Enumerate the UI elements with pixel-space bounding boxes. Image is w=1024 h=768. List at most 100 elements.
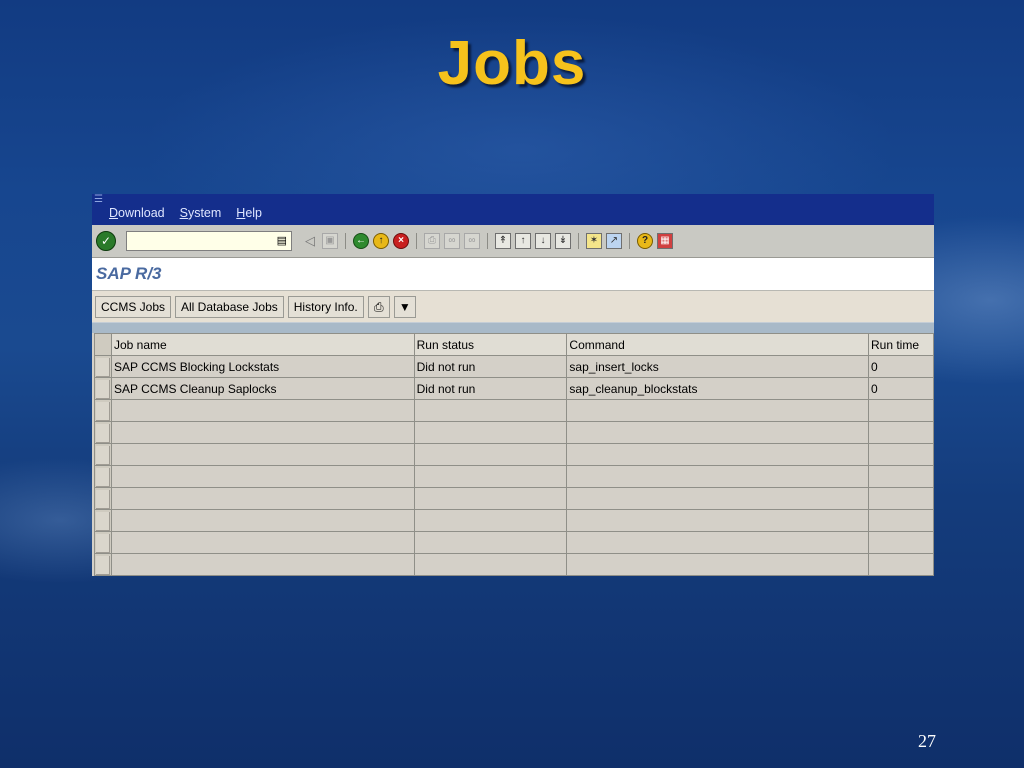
row-selector[interactable] (94, 377, 112, 400)
back-icon[interactable]: ← (353, 233, 369, 249)
back-arrow-icon[interactable]: ◁ (302, 233, 318, 249)
menu-help[interactable]: Help (236, 206, 262, 220)
previous-page-icon[interactable]: ↑ (515, 233, 531, 249)
cell-run-status[interactable] (414, 421, 568, 444)
cell-run-time[interactable] (868, 553, 934, 576)
all-database-jobs-button[interactable]: All Database Jobs (175, 295, 284, 318)
table-row[interactable] (94, 399, 934, 422)
next-page-icon[interactable]: ↓ (535, 233, 551, 249)
help-icon[interactable]: ? (637, 233, 653, 249)
cell-command[interactable] (566, 553, 869, 576)
layout-menu-icon[interactable]: ▦ (657, 233, 673, 249)
cell-command[interactable] (566, 465, 869, 488)
row-selector[interactable] (94, 399, 112, 422)
row-selector-button[interactable] (96, 401, 110, 421)
shortcut-icon[interactable]: ↗ (606, 233, 622, 249)
cell-run-status[interactable]: Did not run (414, 355, 568, 378)
table-row[interactable]: SAP CCMS Blocking Lockstats Did not run sa… (94, 355, 934, 378)
table-row[interactable] (94, 531, 934, 554)
table-row[interactable] (94, 465, 934, 488)
print-icon[interactable]: ⎙ (367, 295, 390, 318)
cell-job-name[interactable] (111, 487, 415, 510)
cell-command[interactable] (566, 509, 869, 532)
cell-run-status[interactable] (414, 487, 568, 510)
row-selector[interactable] (94, 553, 112, 576)
ccms-jobs-button[interactable]: CCMS Jobs (95, 295, 172, 318)
row-selector[interactable] (94, 487, 112, 510)
cell-run-time[interactable] (868, 443, 934, 466)
cell-job-name[interactable] (111, 421, 415, 444)
menu-system[interactable]: System (180, 206, 222, 220)
row-selector-button[interactable] (96, 533, 110, 553)
row-selector[interactable] (94, 531, 112, 554)
column-header-job-name[interactable]: Job name (111, 333, 415, 356)
table-row[interactable] (94, 553, 934, 576)
column-header-run-status[interactable]: Run status (414, 333, 568, 356)
cell-run-status[interactable] (414, 531, 568, 554)
row-selector-button[interactable] (96, 511, 110, 531)
cell-command[interactable] (566, 531, 869, 554)
save-icon[interactable]: ▣ (322, 233, 338, 249)
history-info-button[interactable]: History Info. (287, 295, 364, 318)
enter-icon[interactable]: ✓ (96, 231, 116, 251)
first-page-icon[interactable]: ↟ (495, 233, 511, 249)
create-session-icon[interactable]: ✶ (586, 233, 602, 249)
print-icon[interactable]: ⎙ (424, 233, 440, 249)
cell-run-time[interactable] (868, 465, 934, 488)
menu-download[interactable]: Download (109, 206, 165, 220)
row-selector[interactable] (94, 509, 112, 532)
cell-run-status[interactable] (414, 399, 568, 422)
table-row[interactable] (94, 509, 934, 532)
cell-command[interactable]: sap_cleanup_blockstats (566, 377, 869, 400)
command-field[interactable]: ▤ (126, 231, 292, 251)
row-selector-button[interactable] (96, 467, 110, 487)
cell-job-name[interactable] (111, 399, 415, 422)
row-selector-button[interactable] (96, 357, 110, 377)
row-selector-button[interactable] (96, 379, 110, 399)
cell-job-name[interactable] (111, 443, 415, 466)
cell-job-name[interactable] (111, 509, 415, 532)
cell-run-time[interactable] (868, 399, 934, 422)
column-header-command[interactable]: Command (566, 333, 869, 356)
row-selector[interactable] (94, 421, 112, 444)
cell-command[interactable] (566, 443, 869, 466)
command-dropdown-icon[interactable]: ▤ (277, 234, 287, 247)
cell-run-time[interactable] (868, 421, 934, 444)
cell-run-status[interactable]: Did not run (414, 377, 568, 400)
cell-run-status[interactable] (414, 509, 568, 532)
select-all-cell[interactable] (94, 333, 112, 356)
last-page-icon[interactable]: ↡ (555, 233, 571, 249)
cell-run-status[interactable] (414, 443, 568, 466)
row-selector-button[interactable] (96, 423, 110, 443)
cancel-icon[interactable]: × (393, 233, 409, 249)
cell-job-name[interactable] (111, 553, 415, 576)
cell-run-time[interactable] (868, 509, 934, 532)
row-selector-button[interactable] (96, 489, 110, 509)
cell-command[interactable] (566, 421, 869, 444)
find-icon[interactable]: ∞ (444, 233, 460, 249)
cell-run-time[interactable] (868, 531, 934, 554)
cell-job-name[interactable] (111, 465, 415, 488)
table-row[interactable] (94, 421, 934, 444)
cell-command[interactable]: sap_insert_locks (566, 355, 869, 378)
column-header-run-time[interactable]: Run time (868, 333, 934, 356)
cell-run-time[interactable]: 0 (868, 355, 934, 378)
cell-job-name[interactable]: SAP CCMS Cleanup Saplocks (111, 377, 415, 400)
cell-run-status[interactable] (414, 465, 568, 488)
row-selector[interactable] (94, 355, 112, 378)
row-selector[interactable] (94, 465, 112, 488)
table-row[interactable]: SAP CCMS Cleanup Saplocks Did not run sap_… (94, 377, 934, 400)
cell-command[interactable] (566, 399, 869, 422)
window-menu-icon[interactable]: ☰ (94, 194, 103, 205)
cell-run-status[interactable] (414, 553, 568, 576)
find-next-icon[interactable]: ∞ (464, 233, 480, 249)
row-selector[interactable] (94, 443, 112, 466)
exit-icon[interactable]: ↑ (373, 233, 389, 249)
cell-run-time[interactable]: 0 (868, 377, 934, 400)
cell-job-name[interactable] (111, 531, 415, 554)
table-row[interactable] (94, 487, 934, 510)
row-selector-button[interactable] (96, 445, 110, 465)
cell-run-time[interactable] (868, 487, 934, 510)
cell-job-name[interactable]: SAP CCMS Blocking Lockstats (111, 355, 415, 378)
filter-icon[interactable]: ▼ (393, 295, 416, 318)
